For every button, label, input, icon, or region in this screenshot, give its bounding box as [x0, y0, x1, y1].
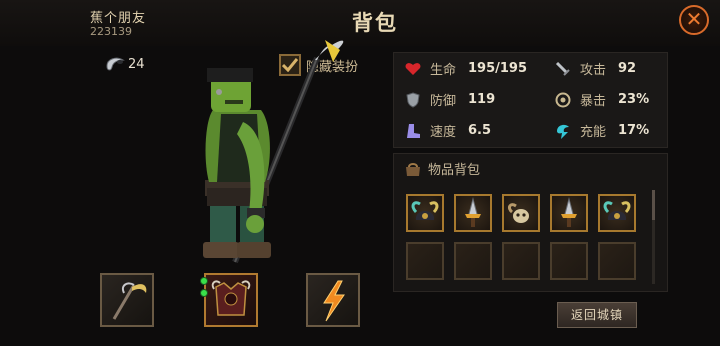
boot-icon	[404, 122, 422, 140]
stat-value: 119	[468, 92, 496, 107]
equip-slot-armor[interactable]	[200, 273, 258, 327]
inventory-scrollbar[interactable]	[652, 190, 655, 284]
close-button[interactable]: ✕	[679, 5, 709, 35]
inventory-slot[interactable]	[550, 194, 588, 232]
stat-value: 92	[618, 61, 637, 76]
player-name: 蕉个朋友	[90, 11, 147, 26]
inventory-slot[interactable]	[406, 194, 444, 232]
stat-crit: 暴击 23%	[554, 90, 649, 109]
inventory-slot[interactable]	[598, 194, 636, 232]
horn-icon	[106, 57, 125, 71]
energy-icon	[554, 122, 572, 140]
player-id: 223139	[90, 25, 132, 38]
inventory-title: 物品背包	[404, 159, 480, 178]
gold-dagger-icon	[561, 197, 577, 227]
stat-label: 防御	[430, 94, 457, 109]
stat-label: 攻击	[580, 63, 607, 78]
sword-icon	[554, 60, 572, 78]
bag-icon	[406, 162, 420, 176]
horned-helmet-icon	[411, 201, 439, 220]
shield-icon	[404, 91, 422, 109]
stat-energy: 充能 17%	[554, 121, 649, 140]
stat-defense: 防御 119	[404, 90, 495, 109]
inventory-title-label: 物品背包	[428, 163, 481, 178]
stat-speed: 速度 6.5	[404, 121, 491, 140]
stat-value: 6.5	[468, 123, 492, 138]
chest-armor-icon	[211, 280, 251, 316]
stat-attack: 攻击 92	[554, 59, 636, 78]
inventory-slot-empty[interactable]	[550, 242, 588, 280]
equip-slot-rune[interactable]	[306, 273, 360, 327]
stat-label: 速度	[430, 125, 457, 140]
sheep-skull-icon	[507, 203, 529, 223]
character-model	[203, 40, 344, 264]
horned-helmet-icon	[603, 201, 631, 220]
stat-label: 充能	[580, 125, 607, 140]
inventory-slot-empty[interactable]	[502, 242, 540, 280]
scrollbar-thumb[interactable]	[652, 190, 655, 220]
close-x-icon: ✕	[685, 7, 703, 31]
lightning-icon	[323, 280, 345, 322]
scythe-icon	[112, 282, 147, 320]
stat-value: 17%	[618, 123, 650, 138]
inventory-slot[interactable]	[454, 194, 492, 232]
inventory-slot-empty[interactable]	[406, 242, 444, 280]
heart-icon	[404, 60, 422, 78]
stat-value: 23%	[618, 92, 650, 107]
currency-value: 24	[128, 56, 145, 72]
inventory-slot[interactable]	[502, 194, 540, 232]
currency-counter: 24	[104, 53, 145, 75]
gem-indicator	[200, 277, 208, 285]
stats-panel: 生命 195/195 攻击 92 防御 119 暴击 23% 速度 6.5 充能	[393, 52, 668, 148]
inventory-slot-empty[interactable]	[598, 242, 636, 280]
gem-indicator	[200, 289, 208, 297]
equip-slot-weapon[interactable]	[100, 273, 154, 327]
inventory-panel: 物品背包	[393, 153, 668, 292]
stat-label: 生命	[430, 63, 457, 78]
gold-dagger-icon	[465, 197, 481, 227]
stat-value: 195/195	[468, 61, 528, 76]
stat-label: 暴击	[580, 94, 607, 109]
stat-hp: 生命 195/195	[404, 59, 527, 78]
inventory-slot-empty[interactable]	[454, 242, 492, 280]
return-to-town-button[interactable]: 返回城镇	[557, 302, 637, 328]
crit-icon	[554, 91, 572, 109]
